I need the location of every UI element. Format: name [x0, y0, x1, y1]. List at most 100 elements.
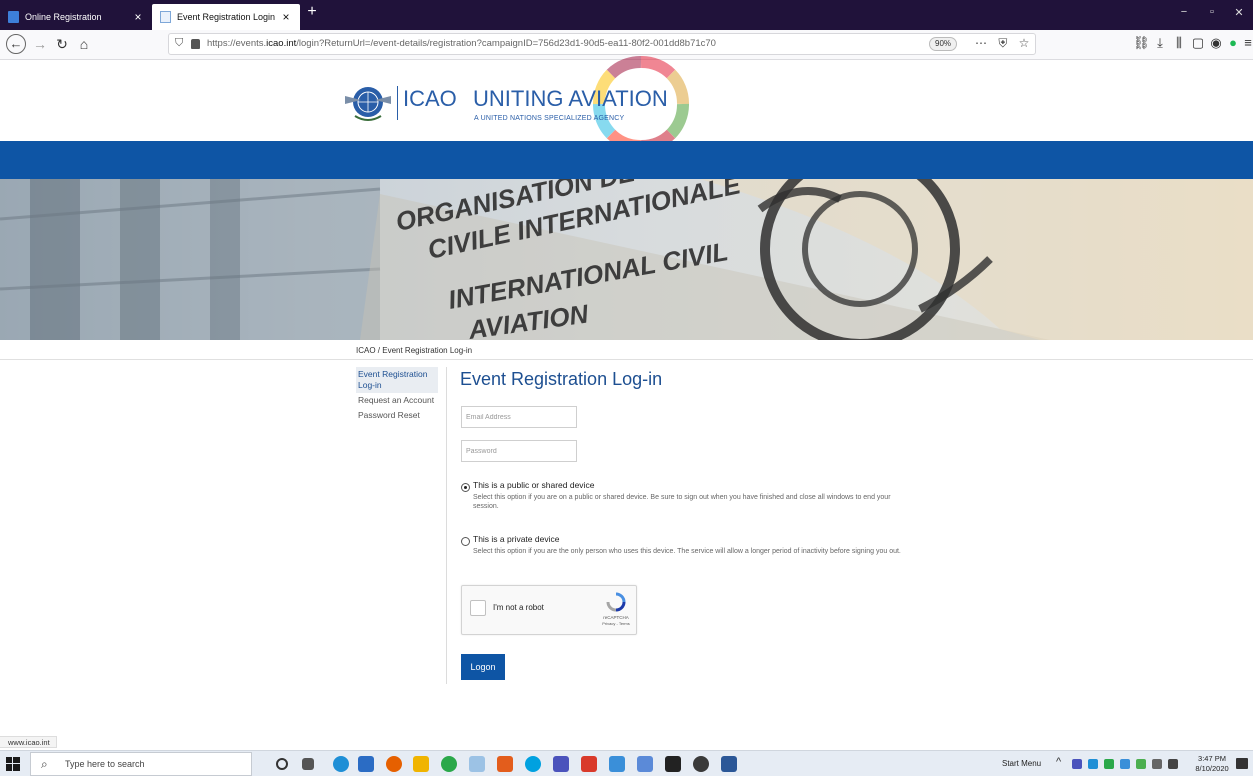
url-text[interactable]: https://events.icao.int/login?ReturnUrl=…: [207, 38, 716, 49]
recaptcha-logo-icon: [606, 592, 626, 612]
status-bar-url: www.icao.int: [0, 736, 57, 748]
recaptcha-widget: I'm not a robot reCAPTCHA Privacy - Term…: [461, 585, 637, 635]
logo-tagline: UNITING AVIATION: [473, 86, 668, 111]
taskbar-search[interactable]: ⌕ Type here to search: [30, 752, 252, 776]
recaptcha-label: I'm not a robot: [493, 603, 544, 612]
public-device-description: Select this option if you are on a publi…: [473, 494, 891, 510]
start-menu-label[interactable]: Start Menu: [1002, 759, 1041, 768]
edge-icon[interactable]: [333, 756, 349, 772]
windows-start-icon[interactable]: [6, 757, 20, 771]
tray-app-icon[interactable]: [1104, 759, 1114, 769]
breadcrumb: ICAO / Event Registration Log-in: [356, 346, 472, 355]
terminal-icon[interactable]: [665, 756, 681, 772]
document-icon: [8, 11, 19, 23]
search-icon: ⌕: [41, 757, 48, 771]
extension-icon[interactable]: ⛓: [1133, 35, 1150, 51]
column-divider: [446, 367, 447, 684]
green-extension-icon[interactable]: ●: [1225, 35, 1241, 50]
volume-icon[interactable]: [1168, 759, 1178, 769]
download-icon[interactable]: ⤓: [1152, 35, 1168, 51]
recaptcha-checkbox[interactable]: [470, 600, 486, 616]
notification-icon[interactable]: [1236, 758, 1248, 769]
mail-icon[interactable]: [609, 756, 625, 772]
people-icon[interactable]: [637, 756, 653, 772]
logo-separator: [397, 86, 398, 120]
recaptcha-brand: reCAPTCHA: [603, 615, 629, 620]
side-navigation: Event Registration Log-in Request an Acc…: [356, 367, 438, 423]
clock-date: 8/10/2020: [1195, 764, 1229, 773]
sidebar-icon[interactable]: ▢: [1190, 35, 1206, 51]
chevron-up-icon[interactable]: ^: [1056, 756, 1061, 768]
reload-icon[interactable]: ↻: [52, 34, 72, 54]
forward-arrow-icon[interactable]: →: [30, 34, 50, 54]
url-bar[interactable]: ⛉ https://events.icao.int/login?ReturnUr…: [168, 33, 1036, 55]
breadcrumb-divider: [0, 359, 1253, 360]
firefox-icon[interactable]: [386, 756, 402, 772]
search-placeholder: Type here to search: [65, 759, 145, 769]
page-actions[interactable]: ⋯ ⛨ ☆: [975, 36, 1033, 51]
tab-title: Online Registration: [25, 12, 102, 22]
public-device-label[interactable]: This is a public or shared device: [473, 480, 594, 490]
cortana-icon[interactable]: [276, 758, 288, 770]
sidenav-item-password-reset[interactable]: Password Reset: [356, 408, 438, 423]
sidenav-item-request-account[interactable]: Request an Account: [356, 393, 438, 408]
home-icon[interactable]: ⌂: [74, 34, 94, 54]
tab-online-registration[interactable]: Online Registration ×: [0, 4, 152, 30]
icao-emblem-icon: [345, 87, 391, 121]
logo-icao-text: ICAO: [403, 86, 457, 111]
email-field[interactable]: [461, 406, 577, 428]
private-device-radio[interactable]: [461, 537, 470, 546]
network-icon[interactable]: [1152, 759, 1162, 769]
app-icon[interactable]: [469, 756, 485, 772]
app-orange-icon[interactable]: [497, 756, 513, 772]
zoom-level-badge[interactable]: 90%: [929, 37, 958, 51]
tray-cloud-icon[interactable]: [1088, 759, 1098, 769]
logon-button[interactable]: Logon: [461, 654, 505, 680]
skype-icon[interactable]: [525, 756, 541, 772]
taskbar-clock[interactable]: 3:47 PM 8/10/2020: [1194, 754, 1230, 774]
file-explorer-icon[interactable]: [413, 756, 429, 772]
top-navigation-bar: [0, 141, 1253, 179]
menu-icon[interactable]: ≡: [1240, 35, 1253, 50]
icao-logo[interactable]: ICAO UNITING AVIATION A UNITED NATIONS S…: [343, 56, 703, 152]
sidenav-item-login[interactable]: Event Registration Log-in: [356, 367, 438, 393]
browser-tab-bar: Online Registration × Event Registration…: [0, 0, 1253, 30]
task-view-icon[interactable]: [302, 758, 314, 770]
page-title: Event Registration Log-in: [460, 369, 663, 389]
close-icon[interactable]: ×: [280, 10, 292, 24]
tab-title: Event Registration Login: [177, 12, 276, 22]
password-field[interactable]: [461, 440, 577, 462]
acrobat-icon[interactable]: [581, 756, 597, 772]
close-window-icon[interactable]: ✕: [1232, 6, 1246, 19]
private-device-label[interactable]: This is a private device: [473, 534, 559, 544]
back-arrow-icon[interactable]: ←: [6, 34, 26, 54]
word-icon[interactable]: [721, 756, 737, 772]
restore-icon[interactable]: ▫: [1205, 6, 1219, 18]
tray-app2-icon[interactable]: [1120, 759, 1130, 769]
media-icon[interactable]: [693, 756, 709, 772]
tab-event-registration-login[interactable]: Event Registration Login ×: [152, 4, 300, 30]
library-icon[interactable]: ⫼: [1171, 35, 1187, 51]
tray-app3-icon[interactable]: [1136, 759, 1146, 769]
lock-icon[interactable]: [191, 39, 200, 49]
breadcrumb-current: Event Registration Log-in: [382, 346, 473, 355]
teams-icon[interactable]: [553, 756, 569, 772]
chrome-icon[interactable]: [441, 756, 457, 772]
close-icon[interactable]: ×: [132, 10, 144, 24]
tray-teams-icon[interactable]: [1072, 759, 1082, 769]
banner-image: ORGANISATION DE CIVILE INTERNATIONALE IN…: [0, 179, 1253, 340]
outlook-icon[interactable]: [358, 756, 374, 772]
account-icon[interactable]: ◉: [1208, 35, 1224, 51]
minimize-icon[interactable]: −: [1177, 6, 1191, 18]
public-device-radio[interactable]: [461, 483, 470, 492]
logo-subtitle: A UNITED NATIONS SPECIALIZED AGENCY: [474, 115, 625, 122]
windows-taskbar: ⌕ Type here to search Start Menu ^ 3:47 …: [0, 750, 1253, 776]
private-device-description: Select this option if you are the only p…: [473, 548, 901, 555]
page-icon: [160, 11, 171, 23]
hero-banner: ORGANISATION DE CIVILE INTERNATIONALE IN…: [0, 179, 1253, 340]
new-tab-button[interactable]: +: [304, 3, 320, 21]
tracking-shield-icon[interactable]: ⛉: [175, 37, 183, 50]
clock-time: 3:47 PM: [1198, 754, 1226, 763]
breadcrumb-home-link[interactable]: ICAO: [356, 346, 376, 355]
recaptcha-terms-link[interactable]: Privacy - Terms: [598, 621, 634, 626]
